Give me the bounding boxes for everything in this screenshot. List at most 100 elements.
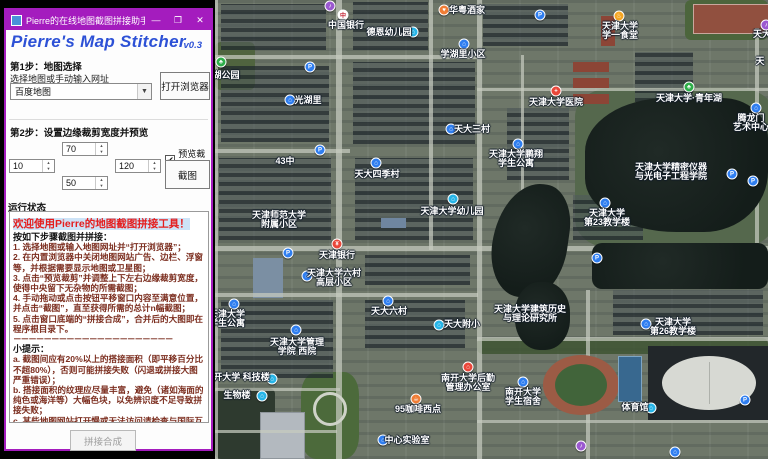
residence-icon[interactable]: ⌂ xyxy=(371,158,382,169)
red-roof-building xyxy=(573,78,609,88)
map-poi-label[interactable]: 天津大学六村高层小区 xyxy=(307,269,361,286)
spin-down-icon[interactable]: ▼ xyxy=(96,183,107,189)
map-poi-label[interactable]: 德恩幼儿园 xyxy=(366,28,411,37)
hospital-icon[interactable]: + xyxy=(551,86,562,97)
map-poi-label[interactable]: 天津大学第23教学楼 xyxy=(584,209,630,226)
building-block xyxy=(353,2,428,50)
spinner-arrows[interactable]: ▲▼ xyxy=(148,160,160,172)
map-poi-label[interactable]: 天大六村 xyxy=(371,307,407,316)
map-poi-label[interactable]: 天津大学精密仪器与光电子工程学院 xyxy=(635,163,707,180)
residence-icon[interactable]: ⌂ xyxy=(229,299,240,310)
office-icon[interactable]: ⌂ xyxy=(463,362,474,373)
crop-bottom-spinner[interactable]: 50 ▲▼ xyxy=(62,176,108,190)
map-poi-label[interactable]: 95咖啡西点 xyxy=(395,405,441,414)
spin-down-icon[interactable]: ▼ xyxy=(43,166,54,172)
open-browser-button[interactable]: 打开浏览器 xyxy=(160,72,210,100)
title-bar[interactable]: Pierre的在线地图截图拼接助手 — ❐ ✕ xyxy=(6,10,211,30)
crop-top-spinner[interactable]: 70 ▲▼ xyxy=(62,142,108,156)
residence-icon[interactable]: ⌂ xyxy=(518,377,529,388)
residence-icon[interactable]: ⌂ xyxy=(751,103,762,114)
entertainment-icon[interactable]: ♪ xyxy=(325,1,336,12)
school-icon[interactable]: ⌂ xyxy=(448,194,459,205)
map-poi-label[interactable]: 南开大学学生宿舍 xyxy=(505,388,541,405)
map-poi-label[interactable]: 天大附小 xyxy=(444,320,480,329)
parking-icon[interactable]: P xyxy=(283,248,294,259)
screen: Pierre的在线地图截图拼接助手 — ❐ ✕ Pierre's Map Sti… xyxy=(0,0,768,459)
parking-icon[interactable]: P xyxy=(740,395,751,406)
parking-icon[interactable]: P xyxy=(727,169,738,180)
map-poi-label[interactable]: 南开大学后勤管理办公室 xyxy=(441,374,495,391)
cafe-icon[interactable]: ☕ xyxy=(411,394,422,405)
spinner-arrows[interactable]: ▲▼ xyxy=(42,160,54,172)
parking-icon[interactable]: P xyxy=(592,253,603,264)
map-poi-label[interactable]: 中国银行 xyxy=(328,21,364,30)
map-poi-label[interactable]: 天大四季村 xyxy=(354,170,399,179)
map-poi-label[interactable]: 中心实验室 xyxy=(384,436,429,445)
school-icon[interactable]: ⌂ xyxy=(434,320,445,331)
map-poi-label[interactable]: 天津大学管理学院 西院 xyxy=(270,338,324,355)
map-poi-label[interactable]: 天津大学鹏翔学生公寓 xyxy=(489,150,543,167)
building-block xyxy=(483,4,568,46)
map-poi-label[interactable]: 生物楼 xyxy=(223,391,250,400)
spin-down-icon[interactable]: ▼ xyxy=(149,166,160,172)
maximize-button[interactable]: ❐ xyxy=(167,10,189,30)
residence-icon[interactable]: ⌂ xyxy=(291,325,302,336)
map-poi-label[interactable]: 腾龙门艺术中心 xyxy=(733,114,768,131)
status-line: 小提示： xyxy=(13,344,205,354)
spinner-arrows[interactable]: ▲▼ xyxy=(95,143,107,155)
map-poi-label[interactable]: 天津银行 xyxy=(319,251,355,260)
map-poi-label[interactable]: 学湖里小区 xyxy=(440,50,485,59)
app-version: v0.3 xyxy=(184,40,203,51)
map-source-select[interactable]: 百度地图 ▼ xyxy=(10,83,152,100)
parking-icon[interactable]: P xyxy=(315,145,326,156)
bank-icon[interactable]: ¥ xyxy=(332,239,343,250)
residence-icon[interactable]: ⌂ xyxy=(383,296,394,307)
crop-bottom-value: 50 xyxy=(63,177,95,189)
park-icon[interactable]: ♣ xyxy=(216,57,227,68)
map-poi-label[interactable]: 天津大学建筑历史与理论研究所 xyxy=(494,305,566,322)
road xyxy=(215,293,478,297)
map-poi-label[interactable]: 天津大学医院 xyxy=(529,98,583,107)
map-poi-label[interactable]: 体育馆 xyxy=(621,403,648,412)
minimize-button[interactable]: — xyxy=(145,10,167,30)
boc-icon[interactable]: 中 xyxy=(338,10,349,21)
entertainment-icon[interactable]: ♪ xyxy=(761,20,768,31)
residence-icon[interactable]: ⌂ xyxy=(459,39,470,50)
spin-down-icon[interactable]: ▼ xyxy=(96,149,107,155)
road xyxy=(477,420,768,423)
map-poi-label[interactable]: 天津师范大学附属小区 xyxy=(252,211,306,228)
school-icon[interactable]: ⌂ xyxy=(257,391,268,402)
status-line: a. 截图间应有20%以上的搭接面积（即平移百分比不超80%），否则可能拼接失败… xyxy=(13,354,205,385)
capture-button[interactable]: 截图 xyxy=(165,160,210,189)
map-poi-label[interactable]: 天津大学·青年湖 xyxy=(656,94,722,103)
map-poi-label[interactable]: 光湖里 xyxy=(294,96,321,105)
chevron-down-icon[interactable]: ▼ xyxy=(137,84,151,99)
residence-icon[interactable]: ⌂ xyxy=(513,139,524,150)
parking-icon[interactable]: P xyxy=(305,62,316,73)
map-poi-label[interactable]: 天 xyxy=(755,57,764,66)
crop-left-spinner[interactable]: 10 ▲▼ xyxy=(9,159,55,173)
map-poi-label[interactable]: 天津大学幼儿园 xyxy=(420,207,483,216)
status-textarea[interactable]: 欢迎使用Pierre的地图截图拼接工具！按如下步骤截图并拼接：1. 选择地图或输… xyxy=(9,211,209,423)
residence-icon[interactable]: ⌂ xyxy=(670,447,681,458)
close-button[interactable]: ✕ xyxy=(189,10,211,30)
map-poi-label[interactable]: 天津大学学一食堂 xyxy=(602,22,638,39)
map-poi-label[interactable]: 天大 xyxy=(753,30,768,39)
heart-icon[interactable]: ♥ xyxy=(439,5,450,16)
map-poi-label[interactable]: 天津大学学生公寓 xyxy=(215,310,245,327)
spinner-arrows[interactable]: ▲▼ xyxy=(95,177,107,189)
map-poi-label[interactable]: 天津大学第26教学楼 xyxy=(650,318,696,335)
crop-right-spinner[interactable]: 120 ▲▼ xyxy=(115,159,161,173)
map-poi-label[interactable]: 南开大学 科技楼 xyxy=(215,373,270,382)
map-poi-label[interactable]: 湖公园 xyxy=(215,71,240,80)
entertainment-icon[interactable]: ♪ xyxy=(576,441,587,452)
food-icon[interactable]: ♨ xyxy=(614,11,625,22)
parking-icon[interactable]: P xyxy=(535,10,546,21)
parking-icon[interactable]: P xyxy=(748,176,759,187)
map-poi-label[interactable]: 天大三村 xyxy=(454,125,490,134)
park-icon[interactable]: ♣ xyxy=(684,82,695,93)
satellite-map[interactable]: 中中国银行⌂德恩幼儿园♥华粤酒家⌂学湖里小区♣湖公园⌂光湖里⌂天大三村⌂天大四季… xyxy=(215,0,768,459)
residence-icon[interactable]: ⌂ xyxy=(600,198,611,209)
map-poi-label[interactable]: 43中 xyxy=(275,157,294,166)
map-poi-label[interactable]: 华粤酒家 xyxy=(449,6,485,15)
